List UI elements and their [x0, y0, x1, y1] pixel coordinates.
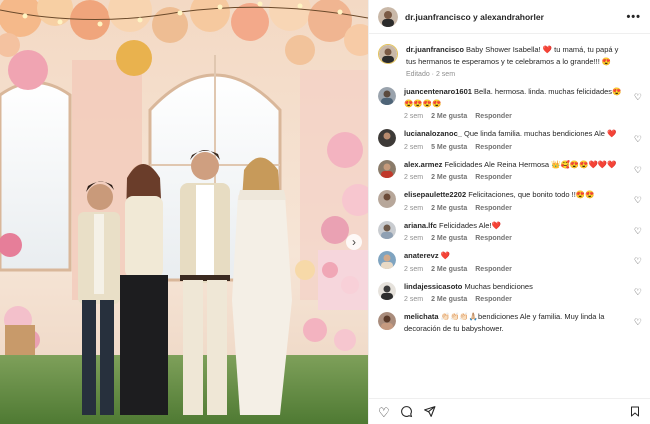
- comment-time: 2 sem: [404, 265, 424, 273]
- caption-text: dr.juanfrancisco Baby Shower Isabella! ❤…: [406, 44, 627, 67]
- more-options-icon[interactable]: •••: [626, 11, 641, 23]
- reply-button[interactable]: Responder: [475, 296, 512, 303]
- comment-row: anaterevz ❤️ 2 sem 2 Me gusta Responder ♡: [369, 250, 650, 273]
- comment-text: Que linda familia. muchas bendiciones Al…: [464, 129, 617, 138]
- post-side-panel: dr.juanfrancisco y alexandrahorler ••• d…: [368, 0, 650, 424]
- reply-button[interactable]: Responder: [475, 266, 512, 273]
- heart-icon[interactable]: ♡: [634, 92, 642, 103]
- comment-likes[interactable]: 2 Me gusta: [431, 296, 467, 303]
- comment-username[interactable]: melichata: [404, 312, 439, 321]
- comment-time: 2 sem: [404, 296, 424, 303]
- avatar[interactable]: [378, 251, 396, 269]
- heart-icon[interactable]: ♡: [634, 287, 642, 298]
- heart-icon[interactable]: ♡: [634, 256, 642, 267]
- comment-username[interactable]: lindajessicasoto: [404, 282, 462, 291]
- avatar[interactable]: [378, 44, 398, 64]
- comment-text: Felicitaciones, que bonito todo !!😍😍: [468, 190, 595, 199]
- comment-row: lindajessicasoto Muchas bendiciones 2 se…: [369, 281, 650, 303]
- comment-username[interactable]: alex.armez: [404, 160, 442, 169]
- reply-button[interactable]: Responder: [475, 174, 512, 181]
- bookmark-icon[interactable]: [629, 405, 641, 420]
- comment-row: lucianalozanoc_ Que linda familia. mucha…: [369, 128, 650, 151]
- avatar[interactable]: [378, 87, 396, 105]
- comment-time: 2 sem: [404, 204, 424, 212]
- post-action-bar: ♡: [369, 398, 650, 424]
- comment-username[interactable]: lucianalozanoc_: [404, 129, 462, 138]
- comment-likes[interactable]: 2 Me gusta: [431, 235, 467, 242]
- reply-button[interactable]: Responder: [475, 144, 512, 151]
- instagram-post-view: › dr.juanfrancisco y alexandrahorler •••…: [0, 0, 650, 424]
- post-photo[interactable]: ›: [0, 0, 368, 424]
- comment-likes[interactable]: 2 Me gusta: [431, 113, 467, 120]
- reply-button[interactable]: Responder: [475, 113, 512, 120]
- photo-illustration: [0, 0, 368, 424]
- comments-list[interactable]: dr.juanfrancisco Baby Shower Isabella! ❤…: [369, 40, 650, 358]
- comment-row: elisepaulette2202 Felicitaciones, que bo…: [369, 189, 650, 212]
- share-icon[interactable]: [423, 405, 436, 420]
- post-caption: dr.juanfrancisco Baby Shower Isabella! ❤…: [369, 40, 650, 78]
- comment-username[interactable]: juancentenaro1601: [404, 87, 472, 96]
- reply-button[interactable]: Responder: [475, 235, 512, 242]
- avatar[interactable]: [378, 6, 398, 27]
- comment-likes[interactable]: 2 Me gusta: [431, 174, 467, 181]
- comment-time: 2 sem: [404, 143, 424, 151]
- post-authors[interactable]: dr.juanfrancisco y alexandrahorler: [405, 12, 626, 22]
- comment-username[interactable]: anaterevz: [404, 251, 439, 260]
- caption-username[interactable]: dr.juanfrancisco: [406, 45, 464, 54]
- heart-icon[interactable]: ♡: [378, 406, 390, 419]
- heart-icon[interactable]: ♡: [634, 317, 642, 328]
- avatar[interactable]: [378, 281, 396, 300]
- caption-meta: Editado · 2 sem: [406, 71, 627, 78]
- post-header: dr.juanfrancisco y alexandrahorler •••: [369, 0, 650, 34]
- heart-icon[interactable]: ♡: [634, 134, 642, 145]
- comment-text: ❤️: [440, 251, 451, 260]
- comment-icon[interactable]: [400, 405, 413, 420]
- avatar[interactable]: [378, 220, 396, 239]
- comment-text: Felicidades Ale!❤️: [439, 220, 501, 230]
- comment-text: Muchas bendiciones: [464, 281, 533, 291]
- comment-likes[interactable]: 2 Me gusta: [431, 266, 467, 273]
- comment-username[interactable]: ariana.lfc: [404, 221, 437, 230]
- comment-row: alex.armez Felicidades Ale Reina Hermosa…: [369, 159, 650, 181]
- heart-icon[interactable]: ♡: [634, 195, 642, 206]
- heart-icon[interactable]: ♡: [634, 165, 642, 176]
- heart-icon[interactable]: ♡: [634, 226, 642, 237]
- chevron-right-icon: ›: [352, 235, 356, 249]
- comment-time: 2 sem: [404, 113, 424, 120]
- next-photo-button[interactable]: ›: [346, 234, 362, 250]
- comment-row: melichata 👏🏻👏🏻👏🏻🙏🏼bendiciones Ale y fami…: [369, 311, 650, 334]
- comment-likes[interactable]: 2 Me gusta: [431, 205, 467, 212]
- avatar[interactable]: [378, 129, 396, 147]
- comment-time: 2 sem: [404, 235, 424, 242]
- comment-likes[interactable]: 5 Me gusta: [431, 144, 467, 151]
- avatar[interactable]: [378, 312, 396, 330]
- comment-text: Felicidades Ale Reina Hermosa 👑🥰😍😍❤️❤️❤️: [444, 159, 617, 169]
- caption-timestamp: Editado · 2 sem: [406, 71, 456, 78]
- comment-row: ariana.lfc Felicidades Ale!❤️ 2 sem 2 Me …: [369, 220, 650, 242]
- avatar[interactable]: [378, 190, 396, 208]
- reply-button[interactable]: Responder: [475, 205, 512, 212]
- avatar[interactable]: [378, 159, 396, 178]
- comment-username[interactable]: elisepaulette2202: [404, 190, 466, 199]
- comment-row: juancentenaro1601 Bella. hermosa. linda.…: [369, 86, 650, 120]
- comment-time: 2 sem: [404, 174, 424, 181]
